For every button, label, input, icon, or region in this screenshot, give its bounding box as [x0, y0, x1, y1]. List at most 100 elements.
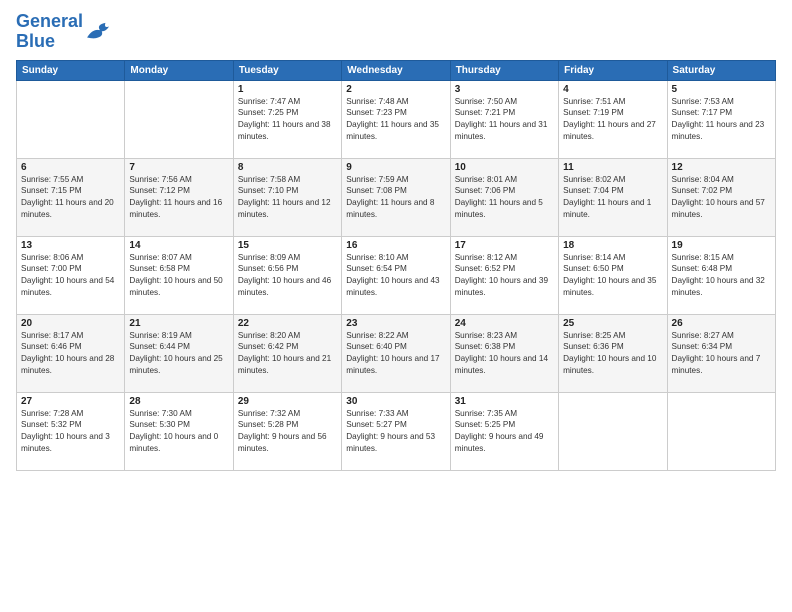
weekday-header-row: SundayMondayTuesdayWednesdayThursdayFrid…: [17, 60, 776, 80]
day-info: Sunrise: 7:35 AM Sunset: 5:25 PM Dayligh…: [455, 408, 554, 456]
day-number: 19: [672, 240, 771, 251]
weekday-sunday: Sunday: [17, 60, 125, 80]
calendar-cell: 2Sunrise: 7:48 AM Sunset: 7:23 PM Daylig…: [342, 80, 450, 158]
calendar-cell: 20Sunrise: 8:17 AM Sunset: 6:46 PM Dayli…: [17, 314, 125, 392]
day-number: 21: [129, 318, 228, 329]
day-number: 22: [238, 318, 337, 329]
day-info: Sunrise: 7:50 AM Sunset: 7:21 PM Dayligh…: [455, 96, 554, 144]
day-info: Sunrise: 8:22 AM Sunset: 6:40 PM Dayligh…: [346, 330, 445, 378]
calendar-cell: 9Sunrise: 7:59 AM Sunset: 7:08 PM Daylig…: [342, 158, 450, 236]
page: General Blue SundayMondayTuesdayWednesda…: [0, 0, 792, 612]
calendar-cell: 30Sunrise: 7:33 AM Sunset: 5:27 PM Dayli…: [342, 392, 450, 470]
weekday-tuesday: Tuesday: [233, 60, 341, 80]
calendar-cell: 19Sunrise: 8:15 AM Sunset: 6:48 PM Dayli…: [667, 236, 775, 314]
logo-blue: Blue: [16, 32, 83, 52]
day-number: 11: [563, 162, 662, 173]
day-number: 30: [346, 396, 445, 407]
day-info: Sunrise: 7:59 AM Sunset: 7:08 PM Dayligh…: [346, 174, 445, 222]
day-info: Sunrise: 8:04 AM Sunset: 7:02 PM Dayligh…: [672, 174, 771, 222]
calendar-cell: 7Sunrise: 7:56 AM Sunset: 7:12 PM Daylig…: [125, 158, 233, 236]
day-number: 26: [672, 318, 771, 329]
day-number: 3: [455, 84, 554, 95]
calendar-cell: 24Sunrise: 8:23 AM Sunset: 6:38 PM Dayli…: [450, 314, 558, 392]
day-number: 1: [238, 84, 337, 95]
day-number: 20: [21, 318, 120, 329]
day-info: Sunrise: 8:10 AM Sunset: 6:54 PM Dayligh…: [346, 252, 445, 300]
day-info: Sunrise: 8:02 AM Sunset: 7:04 PM Dayligh…: [563, 174, 662, 222]
day-number: 10: [455, 162, 554, 173]
calendar-cell: 27Sunrise: 7:28 AM Sunset: 5:32 PM Dayli…: [17, 392, 125, 470]
day-info: Sunrise: 7:58 AM Sunset: 7:10 PM Dayligh…: [238, 174, 337, 222]
week-row-1: 1Sunrise: 7:47 AM Sunset: 7:25 PM Daylig…: [17, 80, 776, 158]
day-number: 17: [455, 240, 554, 251]
day-info: Sunrise: 7:30 AM Sunset: 5:30 PM Dayligh…: [129, 408, 228, 456]
week-row-2: 6Sunrise: 7:55 AM Sunset: 7:15 PM Daylig…: [17, 158, 776, 236]
day-number: 12: [672, 162, 771, 173]
calendar-table: SundayMondayTuesdayWednesdayThursdayFrid…: [16, 60, 776, 471]
day-info: Sunrise: 7:55 AM Sunset: 7:15 PM Dayligh…: [21, 174, 120, 222]
day-number: 31: [455, 396, 554, 407]
week-row-3: 13Sunrise: 8:06 AM Sunset: 7:00 PM Dayli…: [17, 236, 776, 314]
day-number: 2: [346, 84, 445, 95]
calendar-cell: 28Sunrise: 7:30 AM Sunset: 5:30 PM Dayli…: [125, 392, 233, 470]
day-info: Sunrise: 8:27 AM Sunset: 6:34 PM Dayligh…: [672, 330, 771, 378]
logo: General Blue: [16, 12, 113, 52]
calendar-cell: [17, 80, 125, 158]
calendar-cell: 4Sunrise: 7:51 AM Sunset: 7:19 PM Daylig…: [559, 80, 667, 158]
calendar-cell: 1Sunrise: 7:47 AM Sunset: 7:25 PM Daylig…: [233, 80, 341, 158]
day-info: Sunrise: 8:01 AM Sunset: 7:06 PM Dayligh…: [455, 174, 554, 222]
day-number: 24: [455, 318, 554, 329]
week-row-5: 27Sunrise: 7:28 AM Sunset: 5:32 PM Dayli…: [17, 392, 776, 470]
calendar-cell: 21Sunrise: 8:19 AM Sunset: 6:44 PM Dayli…: [125, 314, 233, 392]
calendar-cell: 6Sunrise: 7:55 AM Sunset: 7:15 PM Daylig…: [17, 158, 125, 236]
day-number: 4: [563, 84, 662, 95]
logo-bird-icon: [85, 21, 113, 43]
day-info: Sunrise: 8:15 AM Sunset: 6:48 PM Dayligh…: [672, 252, 771, 300]
logo-general: General: [16, 11, 83, 31]
calendar-cell: 15Sunrise: 8:09 AM Sunset: 6:56 PM Dayli…: [233, 236, 341, 314]
week-row-4: 20Sunrise: 8:17 AM Sunset: 6:46 PM Dayli…: [17, 314, 776, 392]
day-info: Sunrise: 7:48 AM Sunset: 7:23 PM Dayligh…: [346, 96, 445, 144]
header: General Blue: [16, 12, 776, 52]
calendar-cell: 29Sunrise: 7:32 AM Sunset: 5:28 PM Dayli…: [233, 392, 341, 470]
day-info: Sunrise: 7:32 AM Sunset: 5:28 PM Dayligh…: [238, 408, 337, 456]
day-info: Sunrise: 7:56 AM Sunset: 7:12 PM Dayligh…: [129, 174, 228, 222]
calendar-cell: 25Sunrise: 8:25 AM Sunset: 6:36 PM Dayli…: [559, 314, 667, 392]
calendar-cell: [559, 392, 667, 470]
calendar-cell: 26Sunrise: 8:27 AM Sunset: 6:34 PM Dayli…: [667, 314, 775, 392]
calendar-cell: 23Sunrise: 8:22 AM Sunset: 6:40 PM Dayli…: [342, 314, 450, 392]
day-number: 27: [21, 396, 120, 407]
day-number: 29: [238, 396, 337, 407]
day-info: Sunrise: 7:33 AM Sunset: 5:27 PM Dayligh…: [346, 408, 445, 456]
day-info: Sunrise: 8:14 AM Sunset: 6:50 PM Dayligh…: [563, 252, 662, 300]
calendar-cell: 8Sunrise: 7:58 AM Sunset: 7:10 PM Daylig…: [233, 158, 341, 236]
day-info: Sunrise: 8:20 AM Sunset: 6:42 PM Dayligh…: [238, 330, 337, 378]
day-number: 23: [346, 318, 445, 329]
day-info: Sunrise: 8:06 AM Sunset: 7:00 PM Dayligh…: [21, 252, 120, 300]
weekday-wednesday: Wednesday: [342, 60, 450, 80]
day-number: 6: [21, 162, 120, 173]
day-number: 25: [563, 318, 662, 329]
calendar-cell: [667, 392, 775, 470]
day-number: 16: [346, 240, 445, 251]
calendar-cell: 10Sunrise: 8:01 AM Sunset: 7:06 PM Dayli…: [450, 158, 558, 236]
calendar-cell: 12Sunrise: 8:04 AM Sunset: 7:02 PM Dayli…: [667, 158, 775, 236]
calendar-cell: 5Sunrise: 7:53 AM Sunset: 7:17 PM Daylig…: [667, 80, 775, 158]
day-info: Sunrise: 8:23 AM Sunset: 6:38 PM Dayligh…: [455, 330, 554, 378]
logo-text: General: [16, 12, 83, 32]
day-info: Sunrise: 8:19 AM Sunset: 6:44 PM Dayligh…: [129, 330, 228, 378]
weekday-friday: Friday: [559, 60, 667, 80]
calendar-cell: 31Sunrise: 7:35 AM Sunset: 5:25 PM Dayli…: [450, 392, 558, 470]
day-info: Sunrise: 7:51 AM Sunset: 7:19 PM Dayligh…: [563, 96, 662, 144]
weekday-monday: Monday: [125, 60, 233, 80]
day-number: 15: [238, 240, 337, 251]
day-number: 9: [346, 162, 445, 173]
calendar-cell: 11Sunrise: 8:02 AM Sunset: 7:04 PM Dayli…: [559, 158, 667, 236]
calendar-cell: 22Sunrise: 8:20 AM Sunset: 6:42 PM Dayli…: [233, 314, 341, 392]
day-number: 28: [129, 396, 228, 407]
calendar-cell: 18Sunrise: 8:14 AM Sunset: 6:50 PM Dayli…: [559, 236, 667, 314]
day-number: 18: [563, 240, 662, 251]
day-number: 13: [21, 240, 120, 251]
calendar-cell: 3Sunrise: 7:50 AM Sunset: 7:21 PM Daylig…: [450, 80, 558, 158]
calendar-cell: 16Sunrise: 8:10 AM Sunset: 6:54 PM Dayli…: [342, 236, 450, 314]
